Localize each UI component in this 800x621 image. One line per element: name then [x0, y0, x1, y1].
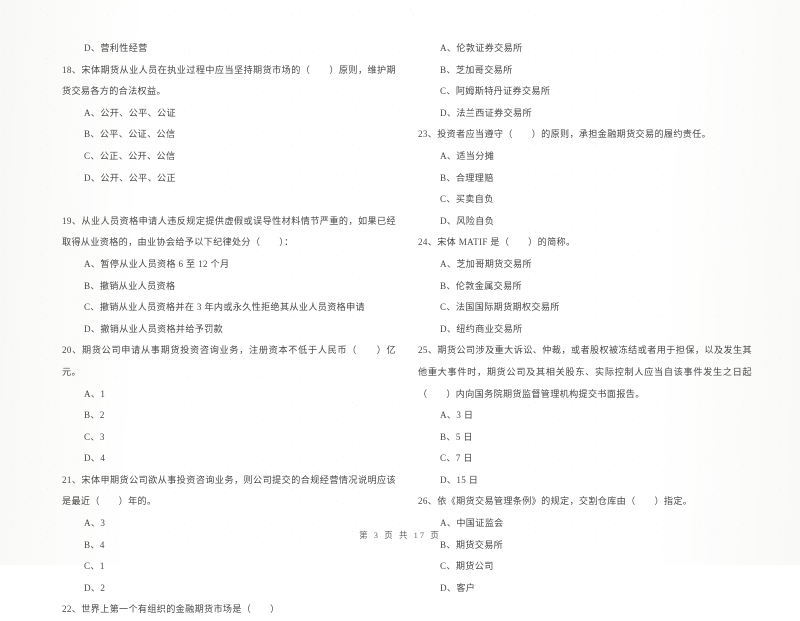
- answer-option: D、15 日: [440, 474, 479, 485]
- answer-option: C、公正、公开、公信: [84, 150, 176, 161]
- answer-option: B、5 日: [440, 431, 473, 442]
- question-stem: 26、依《期货交易管理条例》的规定，交割仓库由（ ）指定。: [418, 496, 693, 507]
- answer-option: A、伦敦证券交易所: [440, 43, 523, 53]
- answer-option: D、营利性经营: [84, 43, 148, 53]
- answer-option: D、纽约商业交易所: [440, 323, 523, 334]
- answer-option: A、芝加哥期货交易所: [440, 258, 532, 269]
- answer-option: D、4: [84, 453, 106, 464]
- answer-option: D、公开、公平、公正: [84, 172, 176, 183]
- question-stem: 21、宋体甲期货公司欲从事投资咨询业务，则公司提交的合规经营情况说明应该是最近（…: [62, 474, 396, 507]
- question-stem: 19、从业人员资格申请人违反规定提供虚假或误导性材料情节严重的，如果已经取得从业…: [62, 215, 396, 248]
- answer-option: A、1: [84, 388, 106, 399]
- answer-option: C、期货公司: [440, 561, 494, 572]
- answer-option: A、公开、公平、公证: [84, 107, 176, 118]
- answer-option: A、适当分摊: [440, 150, 495, 161]
- answer-option: C、法国国际期货期权交易所: [440, 302, 560, 313]
- answer-option: C、7 日: [440, 453, 473, 464]
- answer-option: D、客户: [440, 582, 476, 593]
- answer-option: C、阿姆斯特丹证券交易所: [440, 86, 551, 97]
- answer-option: B、芝加哥交易所: [440, 64, 513, 75]
- answer-option: B、撤销从业人员资格: [84, 280, 176, 291]
- answer-option: D、撤销从业人员资格并给予罚款: [84, 323, 224, 334]
- question-stem: 22、世界上第一个有组织的金融期货市场是（ ）: [62, 604, 280, 615]
- answer-option: A、暂停从业人员资格 6 至 12 个月: [84, 258, 230, 269]
- question-stem: 24、宋体 MATIF 是（ ）的简称。: [418, 237, 576, 248]
- question-stem: 20、期货公司申请从事期货投资咨询业务，注册资本不低于人民币（ ）亿元。: [62, 345, 396, 377]
- answer-option: D、2: [84, 582, 106, 593]
- answer-option: B、2: [84, 410, 105, 421]
- answer-option: B、合理理赔: [440, 172, 494, 183]
- answer-option: C、1: [84, 561, 105, 572]
- question-stem: 18、宋体期货从业人员在执业过程中应当坚持期货市场的（ ）原则，维护期货交易各方…: [62, 64, 396, 97]
- answer-option: A、3 日: [440, 410, 474, 421]
- answer-option: B、伦敦金属交易所: [440, 280, 522, 291]
- answer-option: B、公平、公证、公信: [84, 129, 176, 140]
- answer-option: C、撤销从业人员资格并在 3 年内或永久性拒绝其从业人员资格申请: [84, 302, 365, 313]
- page-footer: 第 3 页 共 17 页: [359, 531, 441, 540]
- scanned-page: D、营利性经营 18、宋体期货从业人员在执业过程中应当坚持期货市场的（ ）原则，维…: [0, 0, 800, 614]
- question-stem: 25、期货公司涉及重大诉讼、仲裁，或者股权被冻结或者用于担保，以及发生其他重大事…: [418, 345, 752, 399]
- answer-option: D、风险自负: [440, 215, 495, 226]
- answer-option: C、3: [84, 431, 105, 442]
- answer-option: D、法兰西证券交易所: [440, 107, 532, 118]
- question-stem: 23、投资者应当遵守（ ）的原则，承担金融期货交易的履约责任。: [418, 129, 712, 140]
- answer-option: C、买卖自负: [440, 194, 494, 205]
